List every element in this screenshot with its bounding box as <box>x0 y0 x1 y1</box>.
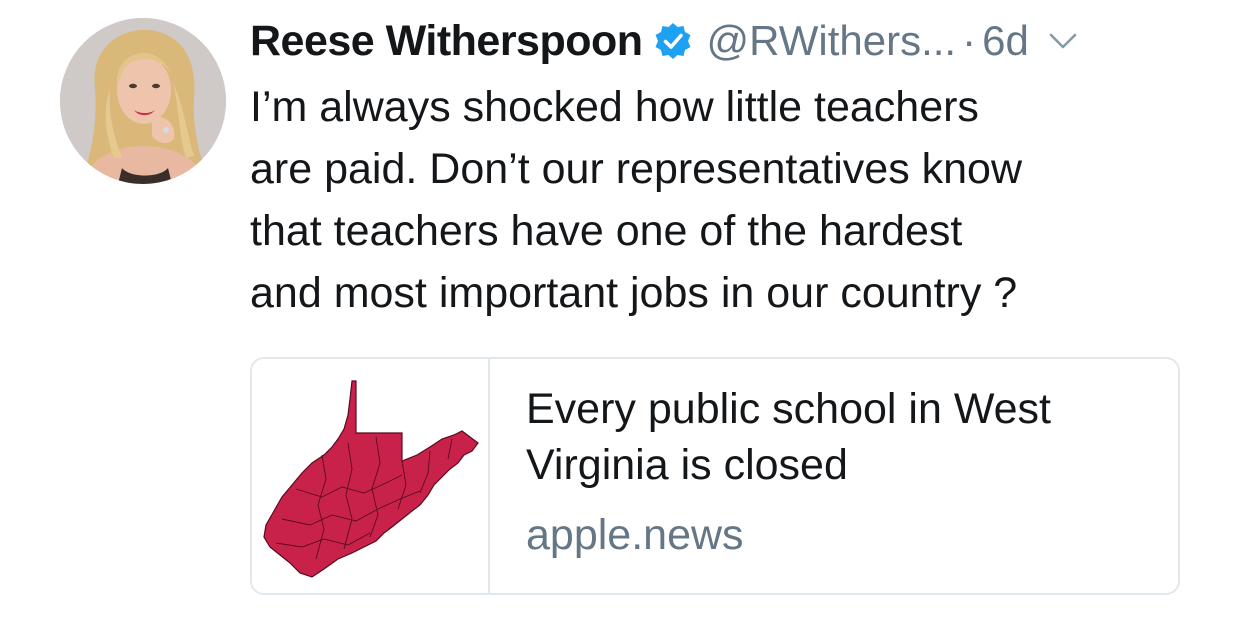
tweet-header: Reese Witherspoon @RWithers... · 6d <box>250 12 1079 70</box>
link-card-image <box>252 359 490 593</box>
avatar[interactable] <box>60 18 226 184</box>
tweet[interactable]: Reese Witherspoon @RWithers... · 6d I’m … <box>0 0 1241 619</box>
west-virginia-map-icon <box>263 380 479 578</box>
chevron-down-icon[interactable] <box>1047 29 1079 53</box>
link-card-domain[interactable]: apple.news <box>526 511 1166 560</box>
verified-badge-icon <box>653 21 693 61</box>
tweet-timestamp[interactable]: 6d <box>982 17 1029 65</box>
link-card-title[interactable]: Every public school in West Virginia is … <box>526 381 1166 493</box>
link-card[interactable]: Every public school in West Virginia is … <box>250 357 1180 595</box>
link-card-body: Every public school in West Virginia is … <box>490 359 1166 593</box>
profile-photo-icon <box>60 18 226 184</box>
author-handle[interactable]: @RWithers... <box>707 17 957 65</box>
author-display-name[interactable]: Reese Witherspoon <box>250 17 643 66</box>
tweet-text: I’m always shocked how little teachers a… <box>250 83 1023 317</box>
separator-dot: · <box>962 17 977 64</box>
